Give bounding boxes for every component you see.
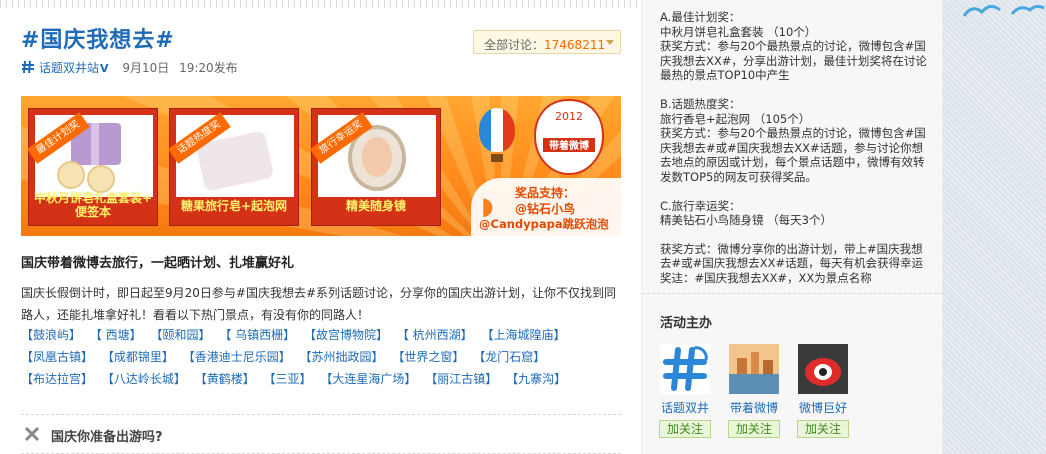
organizer-card: 带着微博 加关注 xyxy=(726,344,782,438)
intro-text: 国庆长假倒计时，即日起至9月20日参与#国庆我想去#系列话题讨论，分享你的国庆出… xyxy=(21,286,617,322)
total-count: 17468211 xyxy=(544,38,606,52)
organizer-name[interactable]: 话题双井 xyxy=(657,399,713,416)
publish-date: 9月10日 xyxy=(122,61,170,75)
weibo-eye-icon xyxy=(798,344,848,394)
scissors-icon xyxy=(24,426,40,442)
badge-text: 带着微博 xyxy=(549,139,589,152)
city-photo-icon xyxy=(729,344,779,394)
follow-button[interactable]: 加关注 xyxy=(659,420,711,438)
verified-icon: V xyxy=(100,62,109,75)
organizer-card: 微博巨好 加关注 xyxy=(795,344,851,438)
rule-group: B.话题热度奖： 旅行香皂+起泡网 （105个） 获奖方式：参与20个最热景点的讨论… xyxy=(660,97,930,185)
sponsor-1: @钻石小鸟 xyxy=(515,202,576,216)
rule-line: C.旅行幸运奖： xyxy=(660,198,741,213)
place-link[interactable]: 【凤凰古镇】 xyxy=(21,350,93,364)
hash-icon xyxy=(660,344,710,394)
author-line: 话题双井站V 9月10日 19:20发布 xyxy=(21,59,238,77)
follow-button[interactable]: 加关注 xyxy=(728,420,780,438)
place-link[interactable]: 【上海城隍庙】 xyxy=(482,328,566,342)
place-link[interactable]: 【成都锦里】 xyxy=(102,350,174,364)
organizer-name[interactable]: 微博巨好 xyxy=(795,399,851,416)
place-link[interactable]: 【故宫博物院】 xyxy=(304,328,388,342)
author-link[interactable]: 话题双井站 xyxy=(39,61,99,75)
place-link[interactable]: 【布达拉宫】 xyxy=(21,372,93,386)
total-discussion-dropdown[interactable]: 全部讨论：17468211 xyxy=(473,30,621,54)
place-link[interactable]: 【 西塘】 xyxy=(90,328,142,342)
gift-box-image xyxy=(35,115,153,197)
topic-hash-icon xyxy=(22,60,34,74)
cookie-shape xyxy=(57,161,85,189)
places-list: 【鼓浪屿】 【 西塘】 【颐和园】 【 乌镇西栅】 【故宫博物院】 【 杭州西湖… xyxy=(21,324,621,390)
rule-line: 旅行香皂+起泡网 （105个） xyxy=(660,111,811,126)
hot-air-balloon-icon xyxy=(479,108,515,152)
place-link[interactable]: 【黄鹤楼】 xyxy=(195,372,255,386)
rule-line: 获奖方式：参与20个最热景点的讨论，微博包含#国庆我想去XX#，分享出游计划，最… xyxy=(660,39,927,83)
place-link[interactable]: 【大连星海广场】 xyxy=(320,372,416,386)
rule-group: A.最佳计划奖： 中秋月饼皂礼盒套装 （10个） 获奖方式：参与20个最热景点的讨论… xyxy=(660,10,930,83)
mirror-image xyxy=(318,115,436,197)
prize-caption: 糖果旅行皂+起泡网 xyxy=(180,199,288,213)
soap-image xyxy=(176,115,294,197)
organizers-title: 活动主办 xyxy=(660,316,713,331)
place-link[interactable]: 【三亚】 xyxy=(264,372,312,386)
prize-caption-line2: 便签本 xyxy=(74,205,111,219)
prize-card-best-plan: 最佳计划奖 中秋月饼皂礼盒套装+ 便签本 xyxy=(27,108,158,226)
place-link[interactable]: 【龙门石窟】 xyxy=(473,350,545,364)
chevron-down-icon xyxy=(606,40,614,45)
place-link[interactable]: 【鼓浪屿】 xyxy=(21,328,81,342)
rule-line xyxy=(660,228,930,242)
section-bar: 国庆你准备出游吗? xyxy=(21,414,621,454)
place-link[interactable]: 【 乌镇西栅】 xyxy=(219,328,295,342)
prize-card-hot-topic: 话题热度奖 糖果旅行皂+起泡网 xyxy=(168,108,299,226)
prize-caption: 中秋月饼皂礼盒套装+ 便签本 xyxy=(29,191,157,219)
promo-banner[interactable]: 最佳计划奖 中秋月饼皂礼盒套装+ 便签本 话题热度奖 糖果旅行皂+起泡网 旅行幸… xyxy=(21,96,621,236)
rule-line: B.话题热度奖： xyxy=(660,96,741,111)
sidebar: A.最佳计划奖： 中秋月饼皂礼盒套装 （10个） 获奖方式：参与20个最热景点的讨论… xyxy=(641,0,942,454)
rule-line: 获奖方式：微博分享你的出游计划，带上#国庆我想去#或#国庆我想去XX#话题，每天… xyxy=(660,241,924,285)
section-title: 国庆你准备出游吗? xyxy=(51,430,163,445)
sponsor-2: @Candypapa跳跃泡泡 xyxy=(479,217,609,231)
rule-line: A.最佳计划奖： xyxy=(660,10,741,24)
rule-line: 获奖方式：参与20个最热景点的讨论，微博包含#国庆我想去#或#国庆我想去XX#话… xyxy=(660,126,926,184)
place-link[interactable]: 【 杭州西湖】 xyxy=(397,328,473,342)
rule-line: 中秋月饼皂礼盒套装 （10个） xyxy=(660,24,817,39)
publish-time: 19:20发布 xyxy=(179,61,238,75)
rule-group: C.旅行幸运奖： 精美钻石小鸟随身镜 （每天3个） 获奖方式：微博分享你的出游计划，… xyxy=(660,199,930,286)
place-link[interactable]: 【苏州拙政园】 xyxy=(300,350,384,364)
place-link[interactable]: 【世界之窗】 xyxy=(392,350,464,364)
sponsor-box: ◗ 奖品支持： @钻石小鸟 @Candypapa跳跃泡泡 xyxy=(471,178,621,236)
weibo-trip-badge-icon: 2012 带着微博 xyxy=(533,98,605,176)
place-link[interactable]: 【八达岭长城】 xyxy=(102,372,186,386)
gift-ribbon-shape xyxy=(91,123,99,165)
page-title[interactable]: #国庆我想去# xyxy=(21,22,175,54)
place-link[interactable]: 【丽江古镇】 xyxy=(425,372,497,386)
place-link[interactable]: 【香港迪士尼乐园】 xyxy=(183,350,291,364)
portrait-shape xyxy=(362,137,392,177)
balloon-basket-icon xyxy=(491,154,503,162)
total-label: 全部讨论： xyxy=(484,38,545,52)
place-link[interactable]: 【颐和园】 xyxy=(151,328,211,342)
follow-button[interactable]: 加关注 xyxy=(797,420,849,438)
prize-caption-line1: 中秋月饼皂礼盒套装+ xyxy=(33,191,153,205)
organizer-card: 话题双井 加关注 xyxy=(657,344,713,438)
sponsor-label: 奖品支持： xyxy=(515,186,576,200)
page-background-right xyxy=(942,0,1046,454)
cookie-shape xyxy=(87,165,115,193)
avatar[interactable] xyxy=(798,344,848,394)
divider xyxy=(642,293,942,294)
prize-rules: A.最佳计划奖： 中秋月饼皂礼盒套装 （10个） 获奖方式：参与20个最热景点的讨论… xyxy=(660,10,930,300)
organizer-name[interactable]: 带着微博 xyxy=(726,399,782,416)
bird-decoration-icon xyxy=(962,4,1045,17)
place-link[interactable]: 【九寨沟】 xyxy=(506,372,566,386)
prize-card-lucky: 旅行幸运奖 精美随身镜 xyxy=(310,108,441,226)
intro-heading: 国庆带着微博去旅行，一起晒计划、扎堆赢好礼 xyxy=(21,256,295,271)
badge-year: 2012 xyxy=(555,110,583,123)
rule-line: 精美钻石小鸟随身镜 （每天3个） xyxy=(660,213,832,228)
avatar[interactable] xyxy=(729,344,779,394)
prize-caption: 精美随身镜 xyxy=(345,199,406,213)
avatar[interactable] xyxy=(660,344,710,394)
